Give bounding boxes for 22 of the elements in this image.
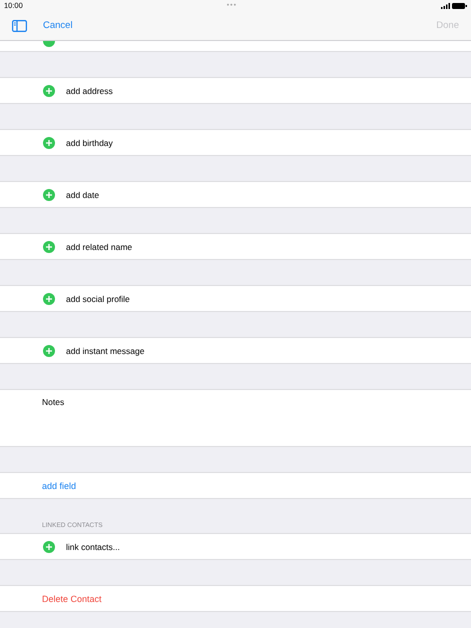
add-row-label[interactable]: add date	[66, 190, 100, 200]
signal-icon	[440, 2, 450, 8]
add-row-label[interactable]: add related name	[66, 242, 132, 252]
add-icon[interactable]	[43, 84, 55, 96]
add-row-label[interactable]: add social profile	[66, 294, 130, 304]
add-icon[interactable]	[43, 540, 55, 552]
cancel-button[interactable]: Cancel	[43, 20, 73, 31]
add-field-link[interactable]: add field	[42, 480, 76, 490]
add-row-label[interactable]: add instant message	[66, 346, 144, 356]
battery-icon	[452, 2, 467, 8]
add-icon[interactable]	[43, 344, 55, 356]
add-icon[interactable]	[43, 188, 55, 200]
add-row-label[interactable]: link contacts...	[66, 542, 120, 552]
delete-contact-button[interactable]: Delete Contact	[42, 594, 102, 604]
add-icon[interactable]	[43, 240, 55, 252]
add-row-label[interactable]: add address	[66, 86, 113, 96]
add-icon[interactable]	[43, 41, 55, 47]
add-icon[interactable]	[43, 136, 55, 148]
add-row-label[interactable]: add birthday	[66, 138, 113, 148]
sidebar-icon[interactable]	[12, 20, 27, 32]
add-icon[interactable]	[43, 292, 55, 304]
notes-field[interactable]: Notes	[42, 397, 64, 407]
